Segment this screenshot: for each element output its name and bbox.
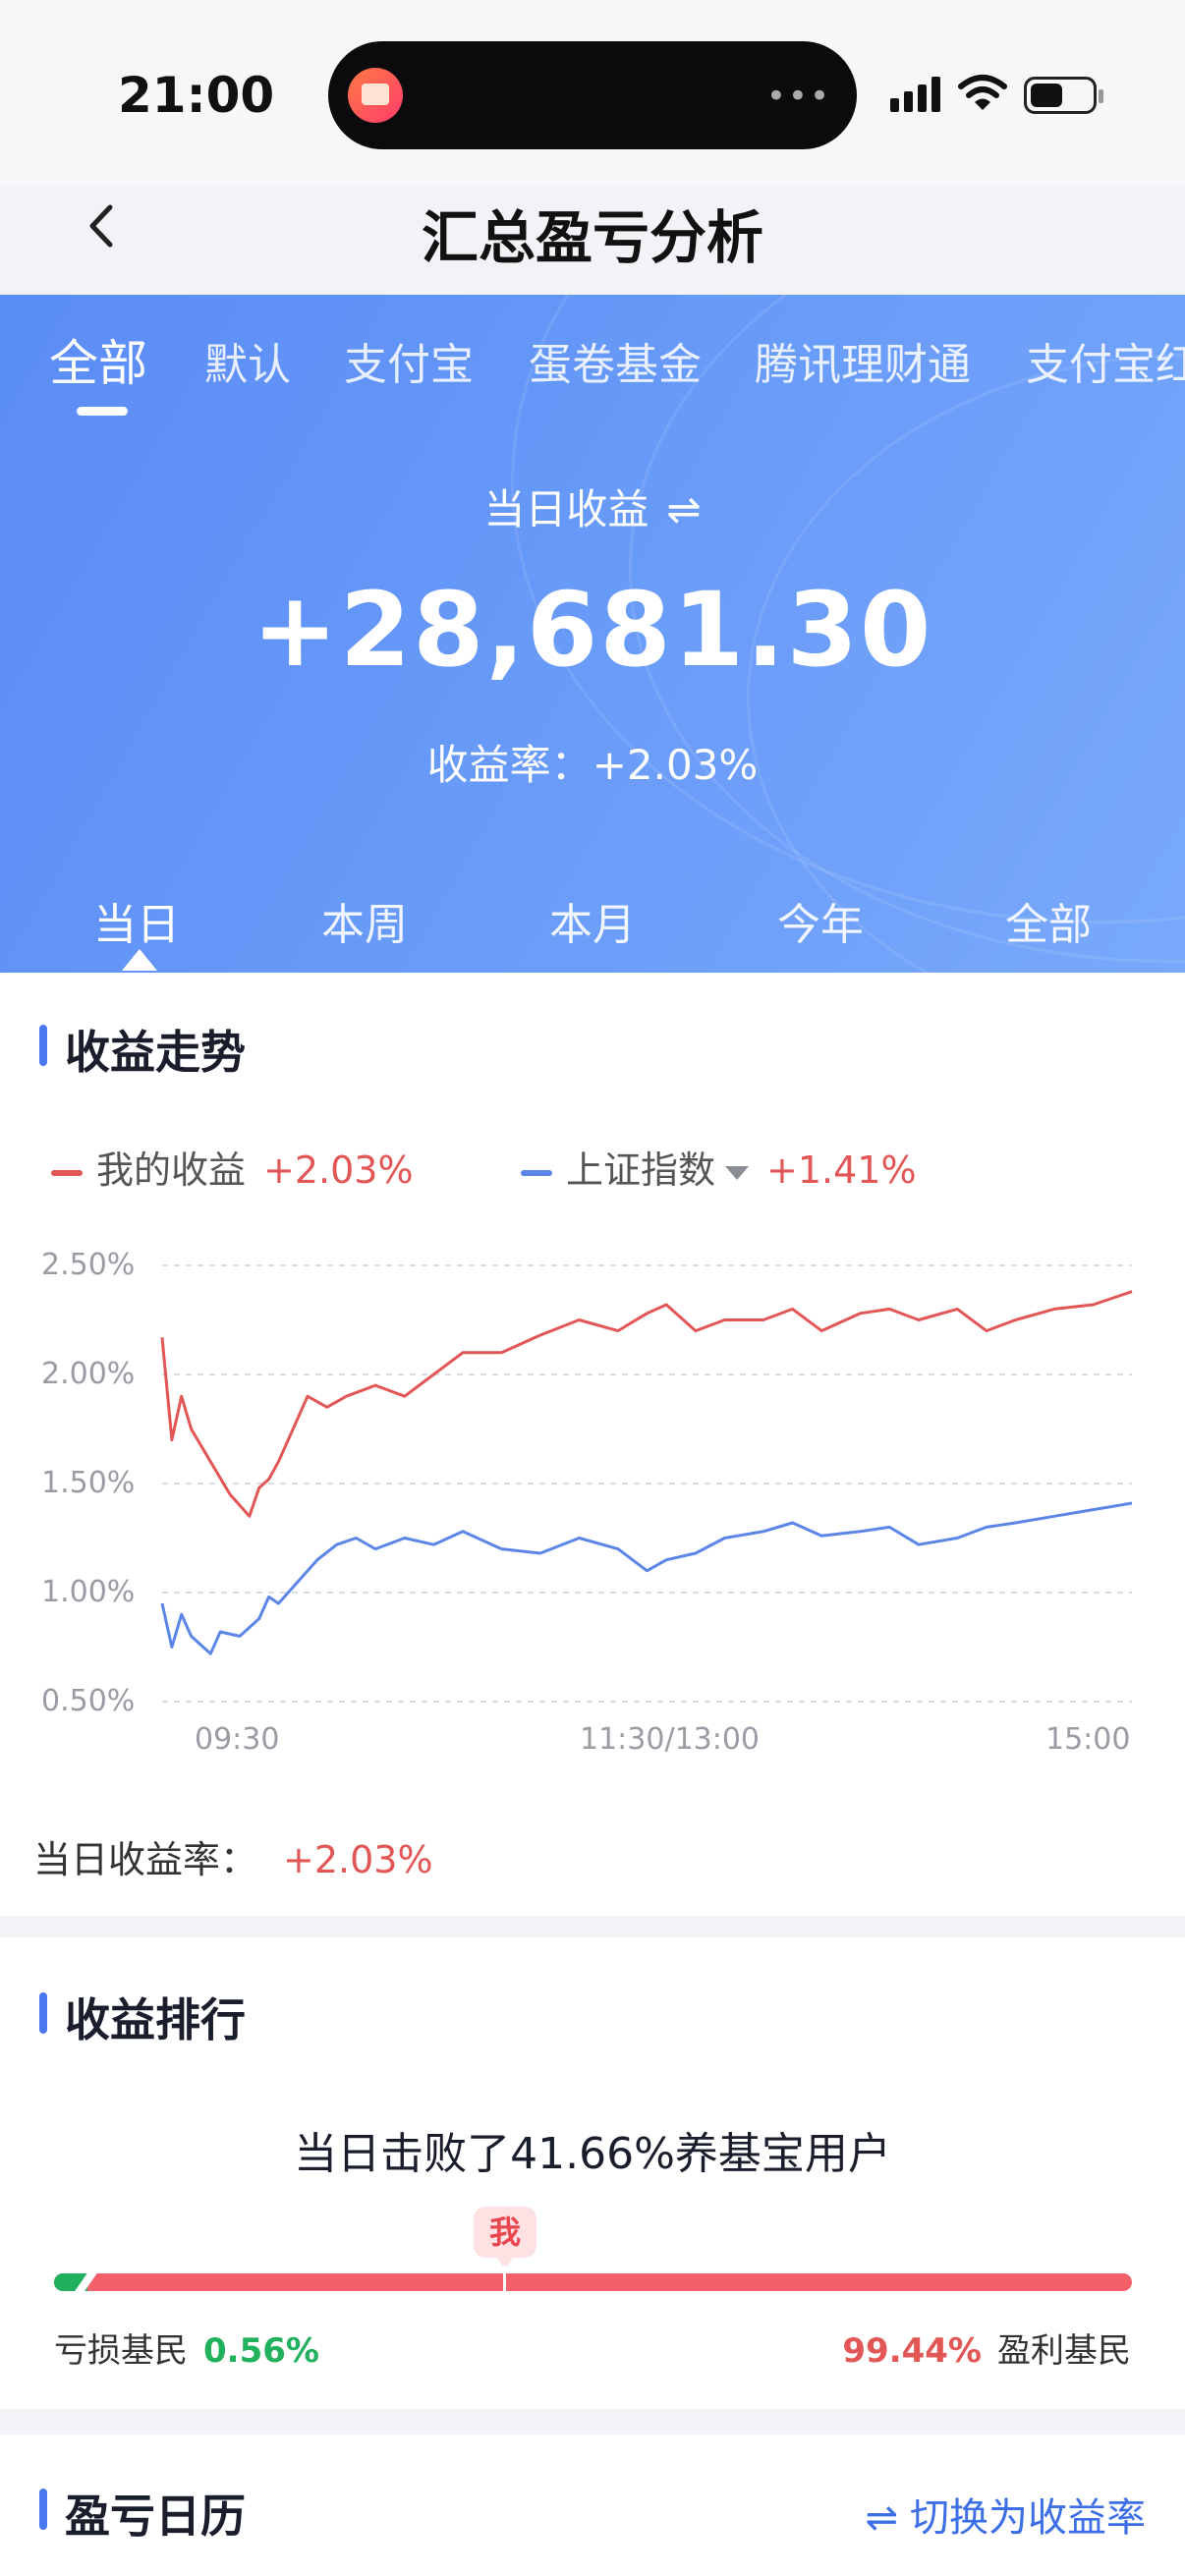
period-tab-month[interactable]: 本月	[479, 889, 706, 952]
trend-chart[interactable]	[0, 1208, 1185, 1719]
legend-swatch	[51, 1169, 83, 1176]
status-time: 21:00	[118, 67, 275, 124]
period-tab-all[interactable]: 全部	[934, 889, 1162, 952]
swap-icon[interactable]: ⇌	[666, 485, 701, 533]
page-title: 汇总盈亏分析	[421, 204, 763, 271]
period-tab-year[interactable]: 今年	[706, 889, 934, 952]
more-dots-icon: •••	[765, 77, 831, 116]
account-tab-all[interactable]: 全部	[49, 324, 147, 395]
legend-swatch	[521, 1169, 552, 1176]
daily-profit-text: 当日收益	[483, 485, 649, 533]
daily-profit-value: +28,681.30	[252, 570, 933, 690]
battery-icon	[1024, 77, 1103, 114]
gain-users: 99.44% 盈利基民	[842, 2324, 1131, 2372]
dropdown-triangle-icon[interactable]	[725, 1165, 750, 1180]
x-tick: 09:30	[195, 1722, 280, 1757]
gain-value: 99.44%	[842, 2331, 982, 2371]
legend-my-profit[interactable]: 我的收益 +2.03%	[51, 1140, 414, 1194]
me-marker-line	[503, 2266, 506, 2299]
daily-rate-value: +2.03%	[283, 1838, 433, 1881]
account-tab-danjuan[interactable]: 蛋卷基金	[529, 329, 702, 392]
profit-rate-value: +2.03%	[592, 741, 759, 789]
series-line-index	[160, 1501, 1133, 1655]
daily-profit-label[interactable]: 当日收益 ⇌	[0, 476, 1185, 536]
profit-rate: 收益率：+2.03%	[0, 732, 1185, 792]
profit-rate-label: 收益率：	[426, 741, 592, 789]
ranking-text: 当日击败了41.66%养基宝用户	[294, 2129, 891, 2179]
legend-value: +2.03%	[263, 1148, 414, 1192]
period-tab-week[interactable]: 本周	[251, 889, 479, 952]
trend-title: 收益走势	[39, 1017, 246, 1082]
daily-rate: 当日收益率： +2.03%	[33, 1829, 433, 1883]
account-tab-alipay-red[interactable]: 支付宝红	[1026, 329, 1185, 392]
switch-to-rate-button[interactable]: ⇌ 切换为收益率	[865, 2486, 1146, 2543]
cellular-signal-icon	[890, 77, 940, 112]
period-tab-day[interactable]: 当日	[23, 889, 251, 952]
wifi-icon	[958, 75, 1007, 110]
calendar-title: 盈亏日历	[39, 2481, 246, 2546]
status-bar: 21:00 •••	[0, 0, 1185, 187]
loss-users: 亏损基民 0.56%	[54, 2324, 319, 2372]
legend-label: 我的收益	[96, 1148, 247, 1192]
legend-label: 上证指数	[566, 1148, 716, 1192]
active-tab-indicator	[77, 407, 128, 416]
mail-app-icon	[348, 68, 403, 123]
legend-index-selector[interactable]: 上证指数 +1.41%	[521, 1140, 917, 1194]
swap-icon: ⇌	[865, 2495, 898, 2541]
period-caret	[122, 949, 157, 971]
gain-label: 盈利基民	[997, 2331, 1131, 2371]
dynamic-island: •••	[328, 41, 857, 149]
loss-value: 0.56%	[203, 2331, 319, 2371]
loss-label: 亏损基民	[54, 2331, 188, 2371]
ranking-bar	[54, 2273, 1132, 2291]
ranking-title: 收益排行	[39, 1985, 246, 2049]
legend-value: +1.41%	[766, 1148, 917, 1192]
x-tick: 11:30/13:00	[580, 1722, 761, 1757]
x-tick: 15:00	[1045, 1722, 1131, 1757]
switch-label: 切换为收益率	[910, 2495, 1146, 2541]
account-tab-licaitong[interactable]: 腾讯理财通	[755, 329, 971, 392]
account-tab-alipay[interactable]: 支付宝	[344, 329, 474, 392]
series-line-my-profit	[160, 1290, 1133, 1518]
account-tab-default[interactable]: 默认	[204, 329, 291, 392]
daily-rate-label: 当日收益率：	[33, 1838, 258, 1881]
me-marker: 我	[474, 2207, 536, 2269]
